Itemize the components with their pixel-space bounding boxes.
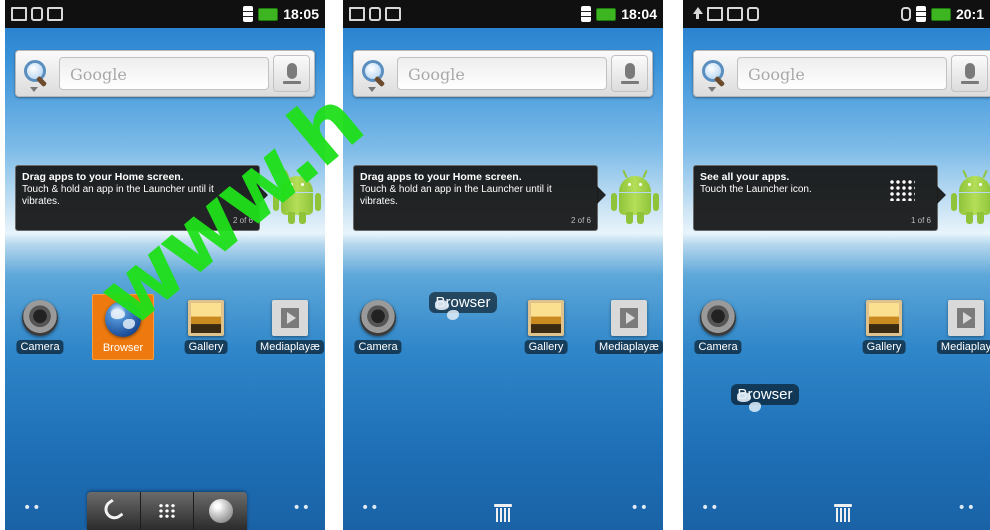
app-mediaplayer[interactable]: Mediaplay bbox=[931, 294, 990, 360]
status-bar: 18:05 bbox=[5, 0, 325, 28]
gallery-icon bbox=[528, 300, 564, 336]
android-mascot-icon bbox=[951, 169, 990, 226]
left-page-dots-icon[interactable]: •• bbox=[361, 500, 380, 516]
app-gallery[interactable]: Gallery bbox=[849, 294, 919, 360]
app-label: Gallery bbox=[184, 340, 228, 354]
app-label: Gallery bbox=[524, 340, 568, 354]
trash-icon[interactable] bbox=[834, 504, 852, 522]
dialer-button[interactable] bbox=[87, 492, 141, 530]
battery-icon bbox=[930, 7, 951, 21]
dragged-app-browser[interactable]: Browser bbox=[720, 380, 810, 405]
globe-icon bbox=[209, 499, 234, 523]
sd-card-notification-icon[interactable] bbox=[385, 7, 401, 21]
app-gallery[interactable]: Gallery bbox=[511, 294, 581, 360]
status-time: 20:1 bbox=[955, 6, 984, 22]
tooltip-body: Touch & hold an app in the Launcher unti… bbox=[360, 184, 552, 207]
film-icon bbox=[272, 300, 308, 336]
film-icon bbox=[611, 300, 647, 336]
microphone-icon bbox=[621, 63, 639, 84]
tooltip-page-indicator: 2 of 6 bbox=[570, 216, 591, 225]
phone-icon bbox=[100, 498, 124, 524]
tutorial-tooltip[interactable]: See all your apps. Touch the Launcher ic… bbox=[693, 165, 946, 231]
browser-dock-button[interactable] bbox=[194, 492, 247, 530]
app-camera[interactable]: Camera bbox=[343, 294, 413, 360]
google-search-widget[interactable]: Google bbox=[693, 50, 990, 97]
trash-icon[interactable] bbox=[494, 504, 512, 522]
launcher-button[interactable] bbox=[141, 492, 195, 530]
search-input[interactable]: Google bbox=[737, 57, 947, 90]
bottom-dock bbox=[87, 492, 247, 530]
search-source-dropdown-icon[interactable] bbox=[30, 87, 38, 92]
status-bar: 20:1 bbox=[683, 0, 990, 28]
search-icon[interactable] bbox=[22, 58, 50, 88]
android-mascot-icon bbox=[611, 169, 659, 226]
usb-notification-icon[interactable] bbox=[31, 7, 43, 21]
status-bar: 18:04 bbox=[343, 0, 663, 28]
gmail-notification-icon[interactable] bbox=[349, 7, 365, 21]
signal-icon bbox=[243, 6, 254, 22]
right-page-dots-icon[interactable]: •• bbox=[630, 500, 649, 516]
app-label: Mediaplayæ bbox=[256, 340, 324, 354]
camera-icon bbox=[360, 300, 396, 336]
voice-search-button[interactable] bbox=[611, 55, 648, 92]
google-search-widget[interactable]: Google bbox=[353, 50, 653, 97]
home-screen-2: 18:04 Google Drag apps to your Home scre… bbox=[343, 0, 663, 530]
signal-icon bbox=[915, 6, 926, 22]
tutorial-tooltip[interactable]: Drag apps to your Home screen. Touch & h… bbox=[353, 165, 606, 231]
gmail-notification-icon[interactable] bbox=[707, 7, 723, 21]
app-grid-icon bbox=[157, 503, 176, 519]
status-time: 18:05 bbox=[283, 6, 319, 22]
app-label: Mediaplay bbox=[936, 340, 990, 354]
search-icon[interactable] bbox=[360, 58, 388, 88]
search-input[interactable]: Google bbox=[59, 57, 269, 90]
tooltip-title: Drag apps to your Home screen. bbox=[360, 171, 522, 183]
left-page-dots-icon[interactable]: •• bbox=[701, 500, 720, 516]
gallery-icon bbox=[866, 300, 902, 336]
microphone-icon bbox=[961, 63, 979, 84]
bluetooth-icon bbox=[900, 7, 911, 21]
search-input[interactable]: Google bbox=[397, 57, 607, 90]
app-label: Camera bbox=[694, 340, 742, 354]
search-source-dropdown-icon[interactable] bbox=[708, 87, 716, 92]
battery-icon bbox=[596, 7, 617, 21]
tooltip-page-indicator: 1 of 6 bbox=[910, 216, 931, 225]
home-screen-3: 20:1 Google See all your apps. Touch the… bbox=[683, 0, 990, 530]
app-mediaplayer[interactable]: Mediaplayæ bbox=[255, 294, 325, 360]
right-page-dots-icon[interactable]: •• bbox=[957, 500, 976, 516]
three-screenshots: 18:05 Google Drag apps to your Home scre… bbox=[0, 0, 990, 530]
app-label: Mediaplayæ bbox=[595, 340, 663, 354]
gmail-notification-icon[interactable] bbox=[11, 7, 27, 21]
app-mediaplayer[interactable]: Mediaplayæ bbox=[594, 294, 663, 360]
app-label: Camera bbox=[16, 340, 64, 354]
app-label: Gallery bbox=[862, 340, 906, 354]
sd-card-notification-icon[interactable] bbox=[727, 7, 743, 21]
right-page-dots-icon[interactable]: •• bbox=[292, 500, 311, 516]
app-camera[interactable]: Camera bbox=[683, 294, 753, 360]
app-camera[interactable]: Camera bbox=[5, 294, 75, 360]
left-page-dots-icon[interactable]: •• bbox=[23, 500, 42, 516]
signal-icon bbox=[581, 6, 592, 22]
dragged-app-browser[interactable]: Browser bbox=[418, 288, 508, 313]
camera-icon bbox=[700, 300, 736, 336]
status-time: 18:04 bbox=[621, 6, 657, 22]
search-icon[interactable] bbox=[700, 58, 728, 88]
camera-icon bbox=[22, 300, 58, 336]
battery-icon bbox=[258, 7, 279, 21]
sd-card-notification-icon[interactable] bbox=[47, 7, 63, 21]
launcher-grid-icon bbox=[889, 179, 915, 201]
film-icon bbox=[948, 300, 984, 336]
app-label: Browser bbox=[102, 342, 144, 354]
usb-notification-icon[interactable] bbox=[747, 7, 759, 21]
upload-notification-icon[interactable] bbox=[689, 6, 703, 22]
usb-notification-icon[interactable] bbox=[369, 7, 381, 21]
microphone-icon bbox=[283, 63, 301, 84]
app-label: Camera bbox=[354, 340, 402, 354]
google-search-widget[interactable]: Google bbox=[15, 50, 315, 97]
voice-search-button[interactable] bbox=[951, 55, 988, 92]
search-source-dropdown-icon[interactable] bbox=[368, 87, 376, 92]
